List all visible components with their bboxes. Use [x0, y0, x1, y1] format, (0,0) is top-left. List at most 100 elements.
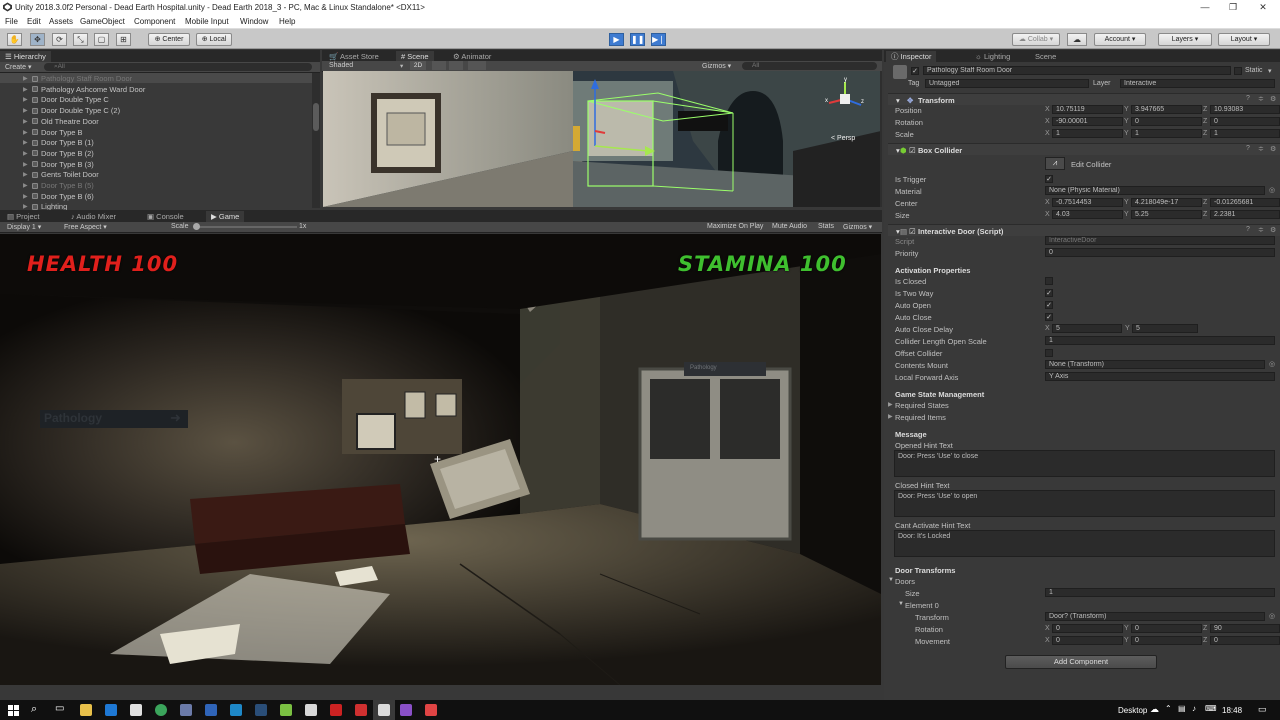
expand-arrow-icon[interactable]: ▶	[23, 161, 28, 168]
hierarchy-item[interactable]: Old Theatre Door	[41, 117, 99, 126]
object-name-field[interactable]: Pathology Staff Room Door	[923, 66, 1231, 75]
foldout-right-icon[interactable]: ▶	[888, 401, 893, 408]
menu-assets[interactable]: Assets	[49, 17, 73, 26]
element-movement-z-field[interactable]: 0	[1210, 636, 1280, 645]
app-icon-5[interactable]	[305, 704, 317, 716]
closed-hint-textarea[interactable]: Door: Press 'Use' to open	[894, 490, 1275, 517]
step-button[interactable]: ▶❘	[651, 33, 666, 46]
opened-hint-textarea[interactable]: Door: Press 'Use' to close	[894, 450, 1275, 477]
layers-dropdown[interactable]: Layers ▾	[1158, 33, 1212, 46]
center-y-field[interactable]: 4.218049e-17	[1131, 198, 1202, 207]
collider-length-field[interactable]: 1	[1045, 336, 1275, 345]
priority-field[interactable]: 0	[1045, 248, 1275, 257]
menu-file[interactable]: File	[5, 17, 18, 26]
script-enabled-checkbox[interactable]: ☑	[909, 227, 916, 236]
app-icon-4[interactable]	[280, 704, 292, 716]
tab-project[interactable]: ▤ Project	[2, 211, 45, 222]
element-0-foldout[interactable]: Element 0	[905, 601, 939, 610]
element-rotation-x-field[interactable]: 0	[1052, 624, 1123, 633]
task-view-icon[interactable]: ▭	[55, 703, 64, 714]
scale-z-field[interactable]: 1	[1210, 129, 1280, 138]
windows-start-icon[interactable]	[8, 705, 19, 716]
cloud-icon[interactable]: ☁	[1067, 33, 1087, 46]
stats-toggle[interactable]: Stats	[818, 223, 834, 230]
app-icon-6[interactable]	[355, 704, 367, 716]
hierarchy-item[interactable]: Door Type B (2)	[41, 149, 94, 158]
help-icon[interactable]: ?	[1246, 145, 1250, 152]
active-checkbox[interactable]: ✓	[911, 67, 919, 75]
hierarchy-item[interactable]: Lighting	[41, 202, 67, 210]
notification-icon[interactable]: ▭	[1258, 704, 1267, 715]
position-z-field[interactable]: 10.93083	[1210, 105, 1280, 114]
object-picker-icon[interactable]: ◎	[1269, 360, 1275, 368]
pivot-center-button[interactable]: ⊕ Center	[148, 33, 190, 46]
static-checkbox[interactable]	[1234, 67, 1242, 75]
audio-toggle-icon[interactable]	[449, 61, 463, 70]
clock[interactable]: 18:48	[1222, 706, 1242, 715]
keyboard-icon[interactable]: ⌨	[1205, 704, 1217, 713]
element-movement-y-field[interactable]: 0	[1131, 636, 1202, 645]
object-picker-icon[interactable]: ◎	[1269, 186, 1275, 194]
scene-gizmo-axis-icon[interactable]: y x z	[823, 77, 868, 122]
space-local-button[interactable]: ⊕ Local	[196, 33, 232, 46]
foldout-arrow-icon[interactable]: ▾	[896, 96, 900, 105]
tab-lighting[interactable]: ☼ Lighting	[970, 51, 1015, 62]
visual-studio-icon[interactable]	[400, 704, 412, 716]
aspect-dropdown[interactable]: Free Aspect ▾	[64, 223, 107, 231]
foldout-right-icon[interactable]: ▶	[888, 413, 893, 420]
tab-inspector-scene[interactable]: Scene	[1030, 51, 1061, 62]
expand-arrow-icon[interactable]: ▶	[23, 75, 28, 82]
audition-icon[interactable]	[255, 704, 267, 716]
element-movement-x-field[interactable]: 0	[1052, 636, 1123, 645]
preset-icon[interactable]: ≑	[1258, 145, 1264, 153]
app-icon-2[interactable]	[205, 704, 217, 716]
element-rotation-z-field[interactable]: 90	[1210, 624, 1280, 633]
expand-arrow-icon[interactable]: ▶	[23, 139, 28, 146]
scene-gizmos-dropdown[interactable]: Gizmos ▾	[702, 62, 731, 70]
size-z-field[interactable]: 2.2381	[1210, 210, 1280, 219]
required-states-foldout[interactable]: Required States	[895, 401, 949, 410]
center-x-field[interactable]: -0.7514453	[1052, 198, 1123, 207]
maximize-on-play-toggle[interactable]: Maximize On Play	[707, 223, 763, 230]
game-viewport[interactable]: HEALTH 100 STAMINA 100 Pathology ➜ Patho…	[0, 234, 881, 685]
box-collider-enabled-checkbox[interactable]: ☑	[909, 146, 916, 155]
mute-audio-toggle[interactable]: Mute Audio	[772, 223, 807, 230]
position-y-field[interactable]: 3.947665	[1131, 105, 1202, 114]
contents-mount-field[interactable]: None (Transform)	[1045, 360, 1265, 369]
close-button[interactable]: ✕	[1248, 1, 1278, 14]
offset-collider-checkbox[interactable]	[1045, 349, 1053, 357]
auto-close-checkbox[interactable]: ✓	[1045, 313, 1053, 321]
scale-x-field[interactable]: 1	[1052, 129, 1123, 138]
volume-icon[interactable]: ♪	[1192, 704, 1196, 713]
auto-close-delay-x-field[interactable]: 5	[1052, 324, 1122, 333]
collab-button[interactable]: ☁ Collab ▾	[1012, 33, 1060, 46]
network-icon[interactable]: ▤	[1178, 704, 1186, 713]
hierarchy-item[interactable]: Door Type B (3)	[41, 160, 94, 169]
rotate-tool-icon[interactable]: ⟳	[52, 33, 67, 46]
tab-audio-mixer[interactable]: ♪ Audio Mixer	[66, 211, 121, 222]
doors-foldout[interactable]: Doors	[895, 577, 915, 586]
scene-search-input[interactable]: All	[742, 62, 877, 70]
tab-hierarchy[interactable]: ☰ Hierarchy	[0, 51, 51, 62]
center-z-field[interactable]: -0.01265681	[1210, 198, 1280, 207]
object-picker-icon[interactable]: ◎	[1269, 612, 1275, 620]
maximize-button[interactable]: ❐	[1218, 1, 1248, 14]
box-collider-header[interactable]: ▾ ⬢ ☑ Box Collider	[888, 143, 1280, 155]
hierarchy-item[interactable]: Door Type B (5)	[41, 181, 94, 190]
interactive-door-header[interactable]: ▾ ▤ ☑ Interactive Door (Script)	[888, 224, 1280, 236]
is-trigger-checkbox[interactable]: ✓	[1045, 175, 1053, 183]
app-icon-1[interactable]	[180, 704, 192, 716]
shading-dropdown[interactable]: Shaded	[329, 62, 353, 69]
create-dropdown[interactable]: Create ▾	[5, 63, 31, 71]
layout-dropdown[interactable]: Layout ▾	[1218, 33, 1270, 46]
edit-collider-button[interactable]: ⩘	[1045, 157, 1065, 170]
play-button[interactable]: ▶	[609, 33, 624, 46]
static-dropdown-icon[interactable]: ▾	[1268, 67, 1272, 75]
chrome-icon[interactable]	[155, 704, 167, 716]
scene-viewport[interactable]: y x z < Persp	[323, 71, 881, 207]
expand-arrow-icon[interactable]: ▶	[23, 129, 28, 136]
scale-y-field[interactable]: 1	[1131, 129, 1202, 138]
tab-console[interactable]: ▣ Console	[142, 211, 189, 222]
expand-arrow-icon[interactable]: ▶	[23, 107, 28, 114]
element-rotation-y-field[interactable]: 0	[1131, 624, 1202, 633]
